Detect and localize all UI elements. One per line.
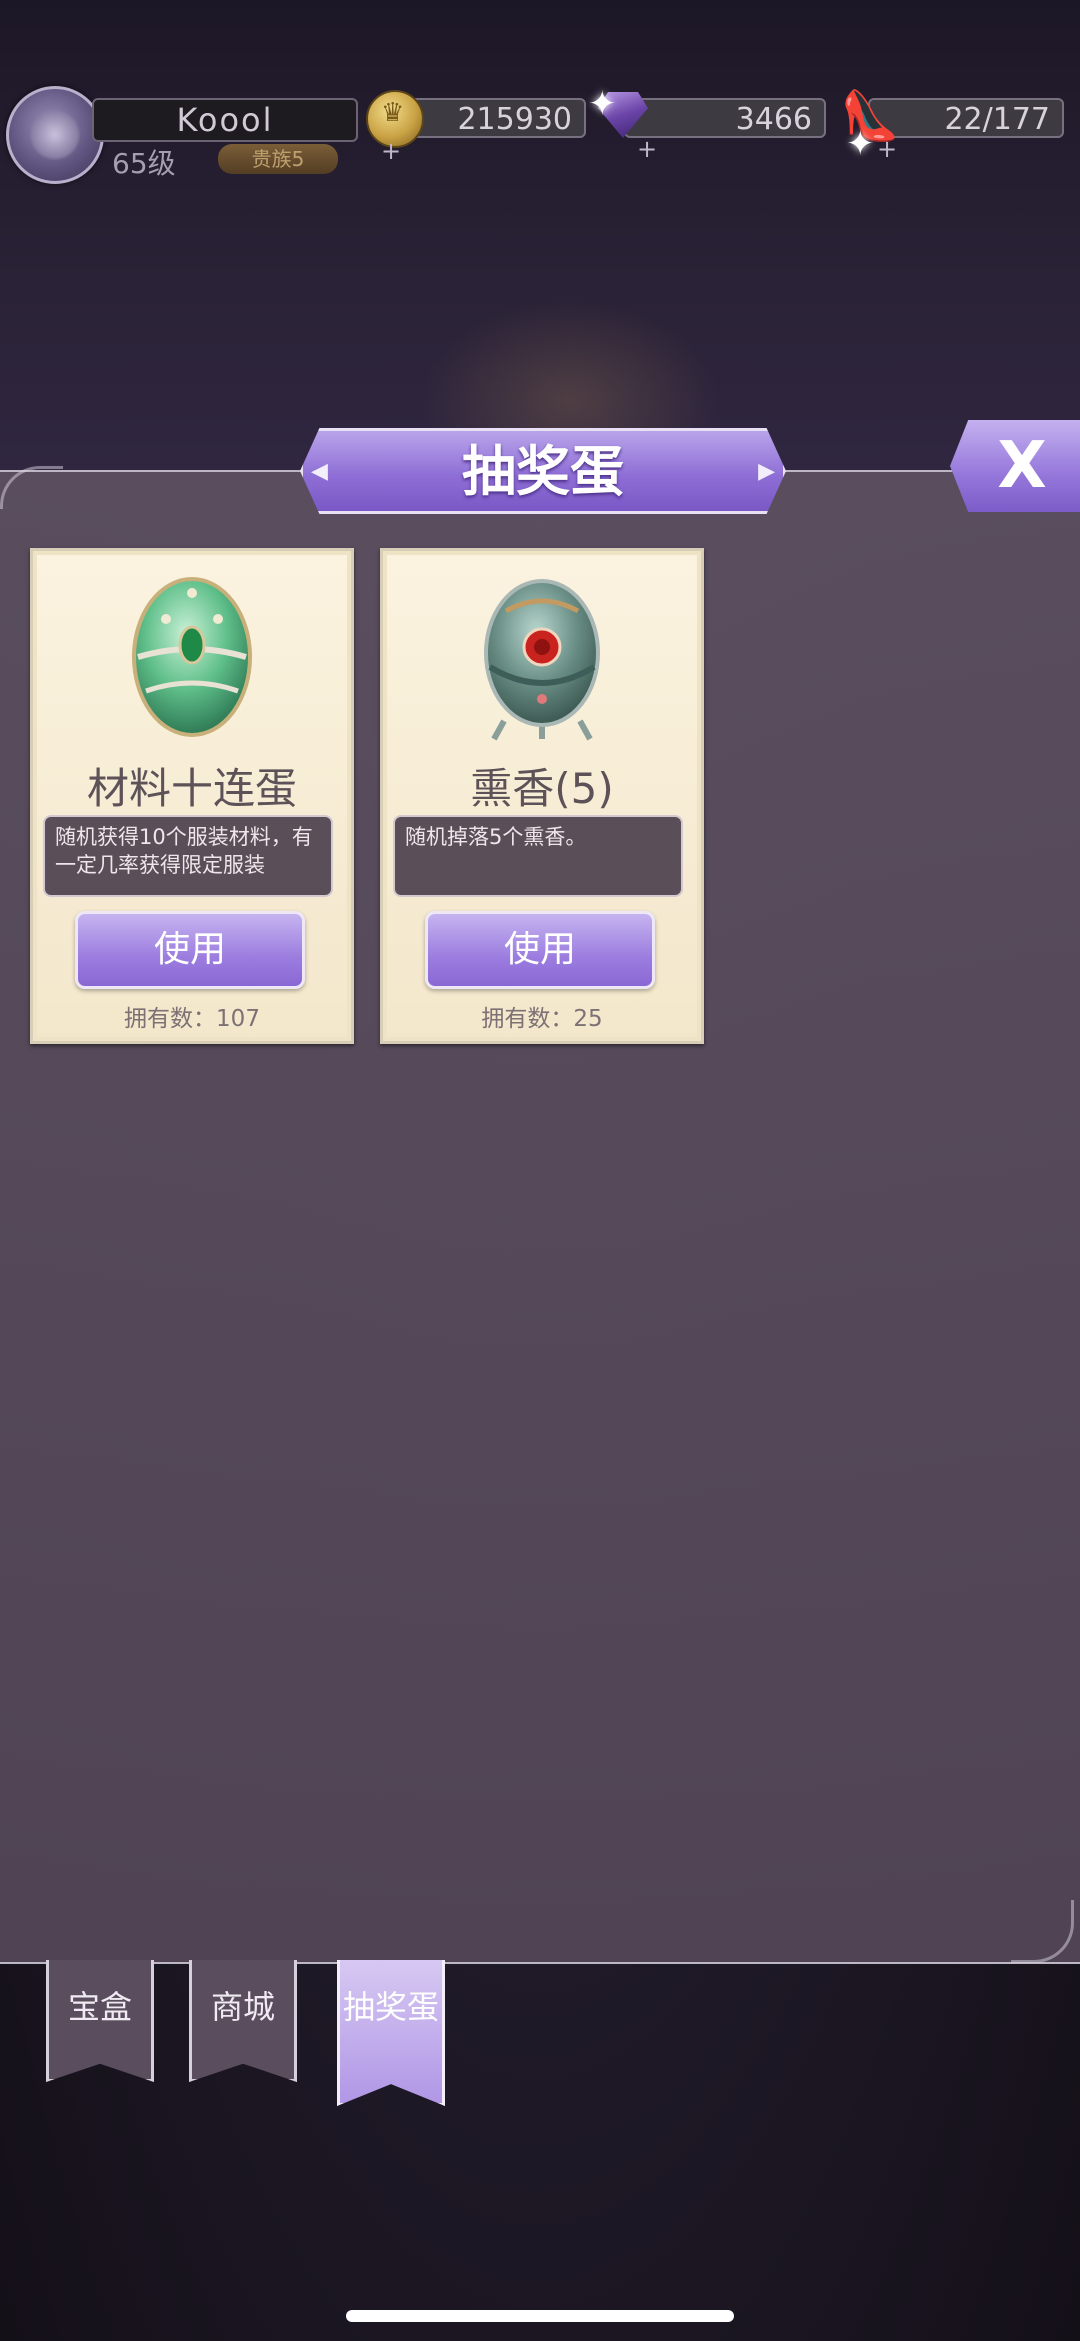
top-bar: Koool 65级 贵族5 215930 + 3466 + ✦ 22/177 👠… — [0, 78, 1080, 188]
owned-count: 拥有数：25 — [481, 1006, 603, 1032]
add-stamina-plus-icon[interactable]: + — [876, 137, 898, 161]
close-button[interactable]: X — [950, 420, 1080, 512]
item-description: 随机获得10个服装材料，有一定几率获得限定服装 — [43, 815, 333, 897]
player-level: 65级 — [112, 147, 176, 180]
title-banner: ◀ 抽奖蛋 ▶ — [300, 428, 786, 514]
rose-icon — [29, 109, 81, 161]
gem-counter: 3466 — [624, 98, 826, 138]
rank-badge: 贵族5 — [218, 144, 338, 174]
item-description: 随机掉落5个熏香。 — [393, 815, 683, 897]
green-egg-icon — [132, 577, 252, 737]
item-card: 材料十连蛋 随机获得10个服装材料，有一定几率获得限定服装 使用 拥有数：107 — [30, 548, 354, 1044]
home-indicator[interactable] — [346, 2310, 734, 2322]
add-gems-plus-icon[interactable]: + — [636, 137, 658, 161]
use-button[interactable]: 使用 — [425, 911, 655, 989]
sparkle-icon: ✦ — [588, 84, 617, 124]
panel-title: 抽奖蛋 — [462, 439, 624, 503]
player-name: Koool — [92, 98, 358, 142]
tab-treasure-box[interactable]: 宝盒 — [46, 1960, 154, 2082]
tab-shop[interactable]: 商城 — [189, 1960, 297, 2082]
item-name: 熏香(5) — [470, 764, 614, 813]
sparkle-icon: ✦ — [846, 124, 875, 164]
tab-lottery-egg[interactable]: 抽奖蛋 — [337, 1960, 445, 2106]
item-name: 材料十连蛋 — [86, 764, 297, 813]
owned-count: 拥有数：107 — [124, 1006, 260, 1032]
use-button[interactable]: 使用 — [75, 911, 305, 989]
chevron-right-icon: ▶ — [758, 459, 775, 484]
player-avatar[interactable] — [6, 86, 104, 184]
incense-egg-icon — [484, 579, 600, 741]
item-card: 熏香(5) 随机掉落5个熏香。 使用 拥有数：25 — [380, 548, 704, 1044]
gold-counter: 215930 — [398, 98, 586, 138]
add-gold-plus-icon[interactable]: + — [380, 139, 402, 163]
